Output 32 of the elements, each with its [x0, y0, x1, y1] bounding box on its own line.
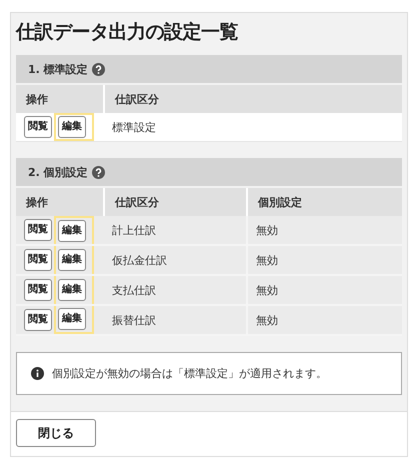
- help-icon[interactable]: [92, 166, 105, 178]
- column-header: 操作: [16, 84, 104, 113]
- edit-button[interactable]: 編集: [58, 308, 86, 330]
- column-header: 仕訳区分: [104, 187, 247, 216]
- table-cell: 仮払金仕訳: [104, 245, 247, 275]
- column-header: 操作: [16, 187, 104, 216]
- table-cell: 無効: [247, 245, 402, 275]
- view-button[interactable]: 閲覧: [24, 279, 52, 301]
- table-cell: 振替仕訳: [104, 305, 247, 335]
- view-button[interactable]: 閲覧: [24, 219, 52, 241]
- section-title: 2. 個別設定: [28, 164, 88, 180]
- view-button[interactable]: 閲覧: [24, 309, 52, 331]
- table-cell: 無効: [247, 216, 402, 245]
- table-cell: 標準設定: [104, 113, 402, 142]
- table-cell: 支払仕訳: [104, 275, 247, 305]
- edit-button[interactable]: 編集: [58, 220, 86, 242]
- edit-button[interactable]: 編集: [58, 116, 86, 138]
- column-header: 個別設定: [247, 187, 402, 216]
- column-header: 仕訳区分: [104, 84, 402, 113]
- dialog-title: 仕訳データ出力の設定一覧: [16, 20, 239, 45]
- view-button[interactable]: 閲覧: [24, 249, 52, 271]
- notice-text: 個別設定が無効の場合は「標準設定」が適用されます。: [52, 366, 327, 381]
- table-cell: 無効: [247, 305, 402, 335]
- close-button[interactable]: 閉じる: [16, 419, 96, 447]
- table-cell: 計上仕訳: [104, 216, 247, 245]
- table-cell: 無効: [247, 275, 402, 305]
- section-title: 1. 標準設定: [28, 62, 88, 76]
- info-icon: [31, 367, 44, 380]
- view-button[interactable]: 閲覧: [24, 116, 52, 138]
- help-icon[interactable]: [92, 62, 105, 76]
- edit-button[interactable]: 編集: [58, 279, 86, 301]
- edit-button[interactable]: 編集: [58, 249, 86, 271]
